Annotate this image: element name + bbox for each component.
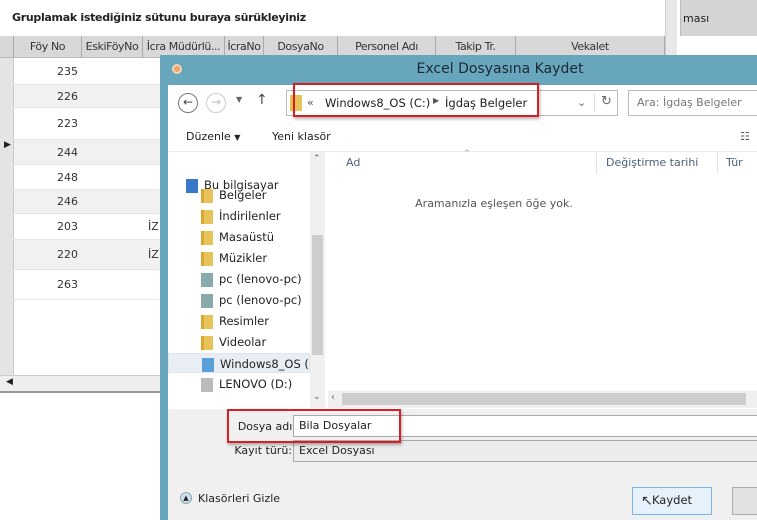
nav-item-label: Videolar <box>219 335 267 349</box>
cell-foy-no: 248 <box>57 170 78 184</box>
file-list-horizontal-scrollbar[interactable]: ‹ <box>328 391 757 408</box>
dialog-title: Excel Dosyasına Kaydet <box>416 61 584 77</box>
row-indicator[interactable] <box>0 240 14 269</box>
nav-item-label: LENOVO (D:) <box>219 377 293 391</box>
nav-item[interactable]: Müzikler <box>201 248 313 268</box>
nav-item-label: Müzikler <box>219 251 268 265</box>
scroll-down-icon[interactable]: ⌄ <box>313 392 321 402</box>
nav-item[interactable]: LENOVO (D:) <box>201 374 313 394</box>
row-indicator[interactable] <box>0 214 14 239</box>
scroll-left-icon[interactable]: ‹ <box>331 392 335 403</box>
nav-scrollbar[interactable]: ⌃ ⌄ <box>310 152 325 408</box>
nav-item[interactable]: İndirilenler <box>201 206 313 226</box>
col-eski-foy-no[interactable]: EskiFöyNo <box>82 36 143 58</box>
new-folder-button[interactable]: Yeni klasör <box>272 130 331 143</box>
drive-icon <box>201 377 213 392</box>
back-icon[interactable]: ← <box>178 93 198 113</box>
nav-item[interactable]: Masaüstü <box>201 227 313 247</box>
nav-item[interactable]: Windows8_OS (C:) <box>168 353 310 373</box>
cancel-button[interactable] <box>732 487 757 515</box>
col-date-modified[interactable]: Değiştirme tarihi <box>606 156 698 169</box>
grid-horizontal-scrollbar[interactable]: ◀ <box>0 375 160 391</box>
cell-foy-no: 244 <box>57 145 78 159</box>
chevron-down-icon: ▼ <box>234 133 241 142</box>
nav-item[interactable]: Videolar <box>201 332 313 352</box>
network-drive-icon <box>201 272 213 287</box>
scrollbar-thumb[interactable] <box>342 393 746 405</box>
filename-highlight-box <box>227 409 401 443</box>
address-dropdown-icon[interactable]: ⌄ <box>577 96 586 109</box>
dialog-body: ← → ▼ ↑ « Windows8_OS (C:) ▶ İgdaş Belge… <box>168 85 757 520</box>
nav-item[interactable]: Resimler <box>201 311 313 331</box>
file-list: Ad ^ Değiştirme tarihi Tür Aramanızla eş… <box>328 149 757 408</box>
documents-folder-icon <box>201 188 213 203</box>
cell-foy-no: 203 <box>57 220 78 233</box>
cell-foy-no: 235 <box>57 64 78 78</box>
group-by-hint: Gruplamak istediğiniz sütunu buraya sürü… <box>12 11 306 24</box>
row-indicator[interactable]: ▶ <box>0 140 14 164</box>
scroll-left-icon[interactable]: ◀ <box>6 377 13 387</box>
grid-bottom-border <box>0 391 160 393</box>
row-indicator[interactable] <box>0 190 14 213</box>
nav-item-label: Windows8_OS (C:) <box>220 357 309 371</box>
hide-folders-button[interactable]: Klasörleri Gizle <box>198 492 280 505</box>
mouse-cursor-icon: ↖ <box>641 493 653 509</box>
music-folder-icon <box>201 251 213 266</box>
refresh-icon[interactable]: ↻ <box>601 94 612 109</box>
nav-scrollbar-thumb[interactable] <box>312 235 323 355</box>
search-input[interactable]: Ara: İgdaş Belgeler <box>628 90 757 116</box>
view-options-icon[interactable]: ☷ <box>740 130 750 143</box>
col-type[interactable]: Tür <box>726 156 743 169</box>
address-highlight-box <box>293 83 539 117</box>
cell-icra-mudurlugu: İZ <box>148 248 159 261</box>
chevron-up-icon[interactable]: ▲ <box>180 492 192 504</box>
row-indicator[interactable] <box>0 85 14 107</box>
filetype-select[interactable]: Excel Dosyası <box>293 440 757 462</box>
nav-item-label: Masaüstü <box>219 230 275 244</box>
system-drive-icon <box>202 357 214 372</box>
nav-item[interactable]: pc (lenovo-pc) <box>201 290 313 310</box>
desktop-folder-icon <box>201 230 213 245</box>
downloads-folder-icon <box>201 209 213 224</box>
row-indicator[interactable] <box>0 165 14 189</box>
videos-folder-icon <box>201 335 213 350</box>
recent-dropdown-icon[interactable]: ▼ <box>236 95 242 104</box>
save-dialog: Excel Dosyasına Kaydet ← → ▼ ↑ « Windows… <box>160 55 757 520</box>
forward-icon[interactable]: → <box>206 93 226 113</box>
row-indicator-header <box>0 36 14 58</box>
sort-indicator-icon: ^ <box>464 149 470 157</box>
nav-item-label: İndirilenler <box>219 209 281 223</box>
empty-message: Aramanızla eşleşen öğe yok. <box>415 197 573 210</box>
up-icon[interactable]: ↑ <box>256 92 268 108</box>
nav-item-label: Resimler <box>219 314 269 328</box>
cell-foy-no: 246 <box>57 195 78 208</box>
nav-item-label: pc (lenovo-pc) <box>219 293 302 307</box>
right-panel-header: ması <box>680 0 757 36</box>
computer-icon <box>186 178 198 193</box>
col-name[interactable]: Ad <box>346 156 360 169</box>
row-indicator[interactable] <box>0 58 14 84</box>
cell-foy-no: 220 <box>57 248 78 261</box>
filetype-label: Kayıt türü: <box>234 444 292 457</box>
col-foy-no[interactable]: Föy No <box>14 36 82 58</box>
organize-menu[interactable]: Düzenle ▼ <box>186 130 240 143</box>
navigation-pane: Bu bilgisayar Belgeler İndirilenler Masaüst… <box>168 152 325 408</box>
nav-item[interactable]: Belgeler <box>201 185 313 205</box>
row-indicator[interactable] <box>0 108 14 139</box>
nav-item-label: pc (lenovo-pc) <box>219 272 302 286</box>
scroll-up-icon[interactable]: ⌃ <box>313 154 321 164</box>
cell-foy-no: 223 <box>57 117 78 130</box>
nav-item-label: Belgeler <box>219 188 267 202</box>
row-indicator-empty <box>0 300 14 375</box>
cell-icra-mudurlugu: İZ <box>148 220 159 233</box>
row-indicator[interactable] <box>0 270 14 299</box>
cell-foy-no: 226 <box>57 89 78 103</box>
current-row-icon: ▶ <box>4 140 11 150</box>
pictures-folder-icon <box>201 314 213 329</box>
cell-foy-no: 263 <box>57 278 78 291</box>
network-drive-icon <box>201 293 213 308</box>
nav-item[interactable]: pc (lenovo-pc) <box>201 269 313 289</box>
right-panel-header-text: ması <box>683 12 710 25</box>
organize-label: Düzenle <box>186 130 231 143</box>
